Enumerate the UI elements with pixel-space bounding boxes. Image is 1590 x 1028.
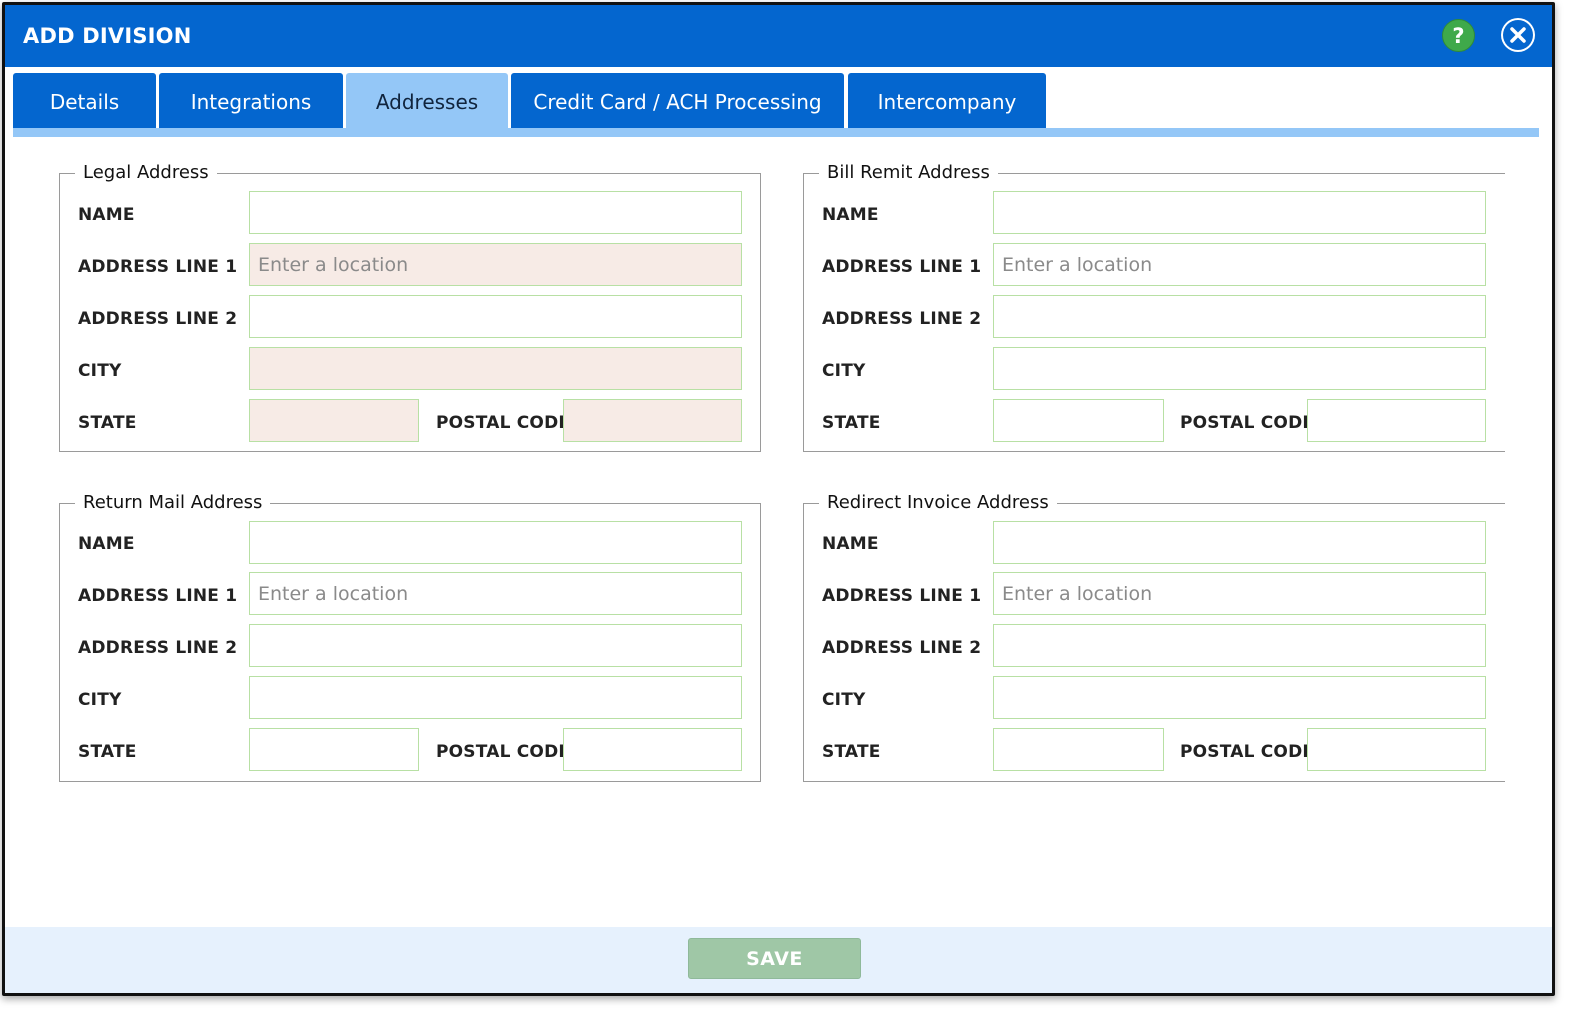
dialog-titlebar: ADD DIVISION ? (5, 5, 1552, 67)
close-icon-circle (1503, 20, 1533, 50)
address-line-1-label: ADDRESS LINE 1 (78, 586, 238, 606)
city-label: CITY (78, 361, 122, 381)
address-line-2-label: ADDRESS LINE 2 (78, 309, 238, 329)
state-label: STATE (78, 742, 137, 762)
state-label: STATE (822, 413, 881, 433)
legal-address-group: Legal Address NAME ADDRESS LINE 1 ADDRES… (59, 163, 761, 452)
return-mail-city-input[interactable] (249, 676, 742, 719)
postal-code-label: POSTAL CODE (1180, 413, 1315, 433)
name-label: NAME (78, 205, 135, 225)
redirect-invoice-address-line-1-input[interactable] (993, 572, 1486, 615)
tab-addresses[interactable]: Addresses (346, 73, 508, 137)
close-icon[interactable] (1501, 18, 1535, 52)
state-label: STATE (78, 413, 137, 433)
bill-remit-address-group: Bill Remit Address NAME ADDRESS LINE 1 A… (803, 163, 1505, 452)
address-line-2-label: ADDRESS LINE 2 (822, 309, 982, 329)
legal-address-line-1-input[interactable] (249, 243, 742, 286)
address-line-1-label: ADDRESS LINE 1 (822, 586, 982, 606)
redirect-invoice-state-input[interactable] (993, 728, 1164, 771)
return-mail-name-input[interactable] (249, 521, 742, 564)
redirect-invoice-address-title: Redirect Invoice Address (819, 493, 1057, 513)
redirect-invoice-city-input[interactable] (993, 676, 1486, 719)
tab-credit-card-ach[interactable]: Credit Card / ACH Processing (511, 73, 844, 128)
tab-integrations[interactable]: Integrations (159, 73, 343, 128)
legal-address-title: Legal Address (75, 163, 217, 183)
help-icon[interactable]: ? (1442, 19, 1475, 52)
address-line-1-label: ADDRESS LINE 1 (822, 257, 982, 277)
city-label: CITY (78, 690, 122, 710)
state-label: STATE (822, 742, 881, 762)
tab-details[interactable]: Details (13, 73, 156, 128)
return-mail-address-line-2-input[interactable] (249, 624, 742, 667)
bill-remit-city-input[interactable] (993, 347, 1486, 390)
dialog-footer: SAVE (5, 927, 1552, 993)
name-label: NAME (822, 205, 879, 225)
legal-address-line-2-input[interactable] (249, 295, 742, 338)
redirect-invoice-postal-code-input[interactable] (1307, 728, 1486, 771)
legal-city-input[interactable] (249, 347, 742, 390)
postal-code-label: POSTAL CODE (1180, 742, 1315, 762)
bill-remit-address-line-2-input[interactable] (993, 295, 1486, 338)
city-label: CITY (822, 361, 866, 381)
return-mail-postal-code-input[interactable] (563, 728, 742, 771)
tab-bar: Details Integrations Addresses Credit Ca… (13, 73, 1539, 137)
return-mail-address-group: Return Mail Address NAME ADDRESS LINE 1 … (59, 493, 761, 782)
tab-intercompany[interactable]: Intercompany (848, 73, 1046, 128)
name-label: NAME (822, 534, 879, 554)
close-x-glyph (1510, 27, 1526, 43)
postal-code-label: POSTAL CODE (436, 413, 571, 433)
name-label: NAME (78, 534, 135, 554)
city-label: CITY (822, 690, 866, 710)
legal-name-input[interactable] (249, 191, 742, 234)
bill-remit-postal-code-input[interactable] (1307, 399, 1486, 442)
return-mail-address-line-1-input[interactable] (249, 572, 742, 615)
return-mail-address-title: Return Mail Address (75, 493, 271, 513)
tab-underline (13, 128, 1539, 137)
redirect-invoice-address-group: Redirect Invoice Address NAME ADDRESS LI… (803, 493, 1505, 782)
legal-state-input[interactable] (249, 399, 419, 442)
address-line-2-label: ADDRESS LINE 2 (822, 638, 982, 658)
bill-remit-state-input[interactable] (993, 399, 1164, 442)
return-mail-state-input[interactable] (249, 728, 419, 771)
add-division-dialog: ADD DIVISION ? Details Integrations Addr… (2, 2, 1555, 996)
legal-postal-code-input[interactable] (563, 399, 742, 442)
redirect-invoice-name-input[interactable] (993, 521, 1486, 564)
postal-code-label: POSTAL CODE (436, 742, 571, 762)
bill-remit-address-title: Bill Remit Address (819, 163, 998, 183)
redirect-invoice-address-line-2-input[interactable] (993, 624, 1486, 667)
bill-remit-name-input[interactable] (993, 191, 1486, 234)
address-line-1-label: ADDRESS LINE 1 (78, 257, 238, 277)
save-button[interactable]: SAVE (688, 938, 861, 979)
bill-remit-address-line-1-input[interactable] (993, 243, 1486, 286)
dialog-title: ADD DIVISION (23, 24, 192, 48)
address-line-2-label: ADDRESS LINE 2 (78, 638, 238, 658)
